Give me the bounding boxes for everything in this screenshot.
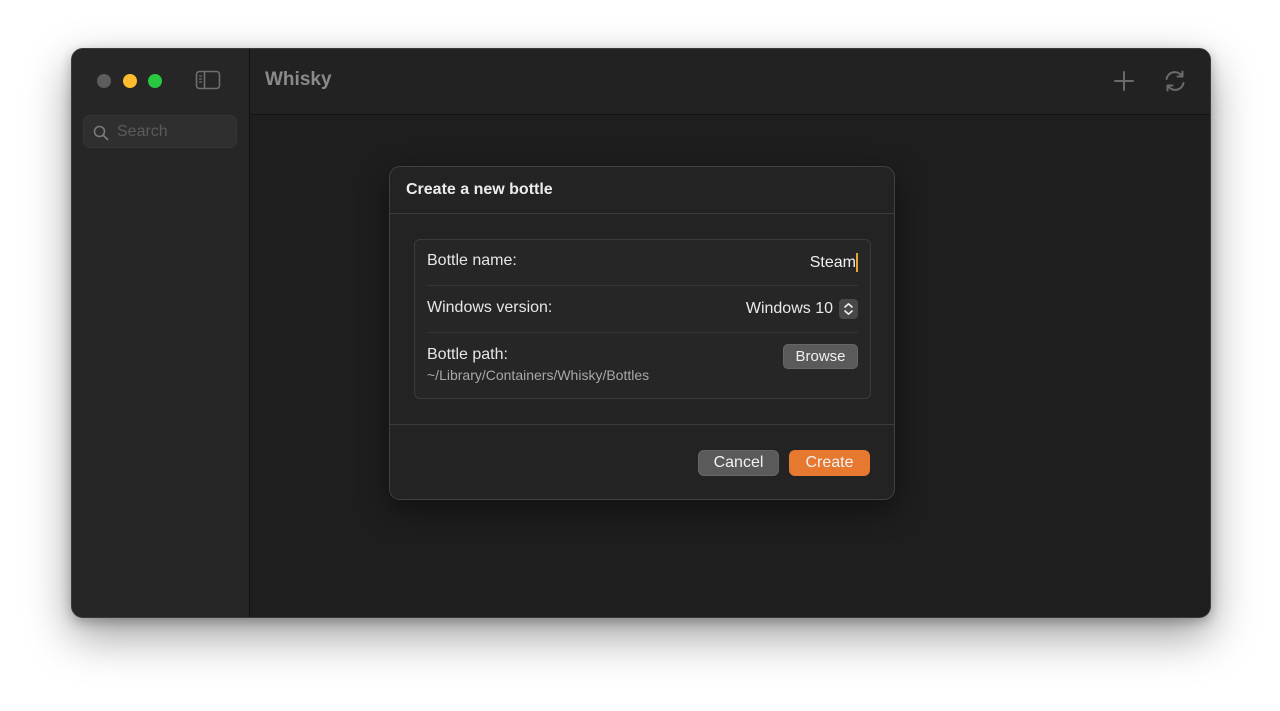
bottle-form: Bottle name: Windows version: Windows 10 xyxy=(414,239,871,399)
create-bottle-dialog: Create a new bottle Bottle name: Windows… xyxy=(389,166,895,500)
create-button[interactable]: Create xyxy=(789,450,870,476)
close-window-button[interactable] xyxy=(97,74,111,88)
plus-icon xyxy=(1114,71,1134,91)
cancel-button[interactable]: Cancel xyxy=(698,450,779,476)
dialog-divider xyxy=(390,213,894,214)
add-bottle-button[interactable] xyxy=(1111,68,1137,94)
search-field[interactable] xyxy=(83,115,237,148)
search-icon xyxy=(93,125,109,141)
bottle-path-value: ~/Library/Containers/Whisky/Bottles xyxy=(427,367,650,383)
app-window: Whisky Create a new bottle xyxy=(71,48,1211,618)
bottle-name-label: Bottle name: xyxy=(427,252,517,269)
search-input[interactable] xyxy=(117,122,229,142)
sidebar xyxy=(72,49,250,617)
maximize-window-button[interactable] xyxy=(148,74,162,88)
bottle-name-input[interactable] xyxy=(656,252,858,274)
windows-version-row: Windows version: Windows 10 xyxy=(427,299,858,321)
toolbar: Whisky xyxy=(250,49,1210,115)
bottle-name-row: Bottle name: xyxy=(427,252,858,274)
window-title: Whisky xyxy=(265,69,332,90)
text-cursor xyxy=(856,253,858,272)
windows-version-value: Windows 10 xyxy=(745,300,833,317)
bottle-path-row: Bottle path: ~/Library/Containers/Whisky… xyxy=(427,344,858,390)
browse-button[interactable]: Browse xyxy=(783,344,858,369)
dialog-divider xyxy=(390,424,894,425)
sidebar-toggle-icon[interactable] xyxy=(195,70,221,90)
windows-version-label: Windows version: xyxy=(427,299,553,316)
refresh-icon xyxy=(1165,70,1185,92)
chevron-up-down-icon[interactable] xyxy=(839,299,858,319)
dialog-title: Create a new bottle xyxy=(406,181,553,198)
row-divider xyxy=(427,285,858,286)
minimize-window-button[interactable] xyxy=(123,74,137,88)
refresh-button[interactable] xyxy=(1162,68,1188,94)
windows-version-select[interactable]: Windows 10 xyxy=(746,297,858,321)
row-divider xyxy=(427,332,858,333)
